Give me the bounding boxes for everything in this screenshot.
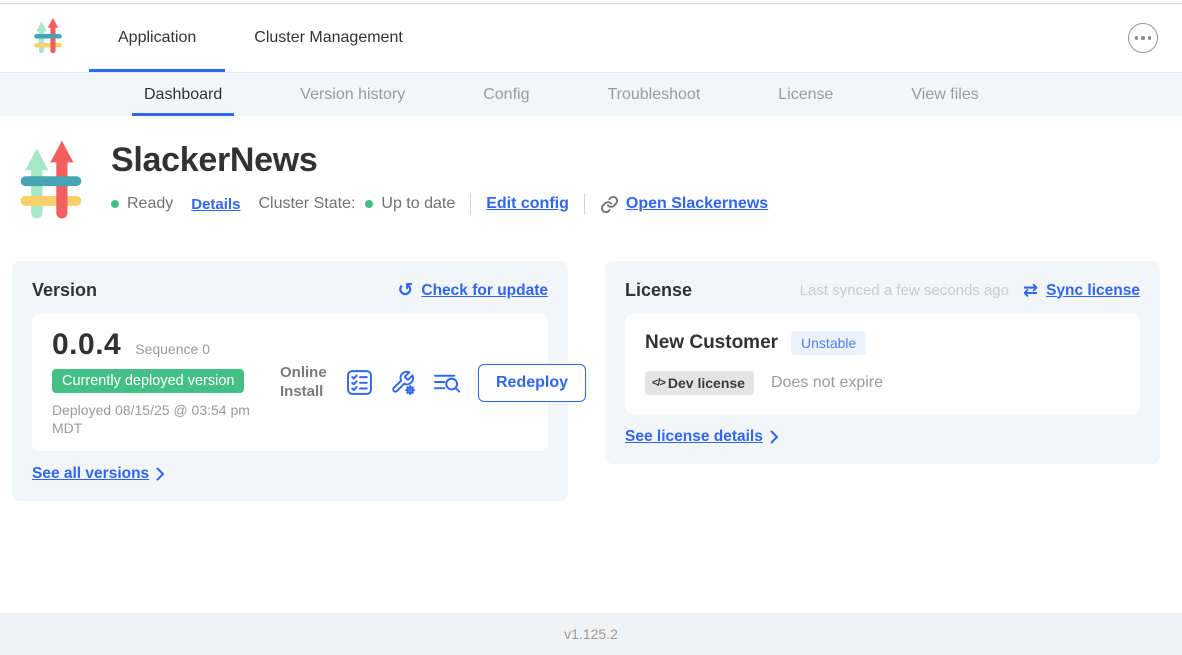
subnav-tab-troubleshoot[interactable]: Troubleshoot [573, 73, 734, 116]
subnav-tab-version-history[interactable]: Version history [266, 73, 439, 116]
version-number-row: 0.0.4 Sequence 0 [52, 328, 280, 362]
subnav-tab-troubleshoot-label: Troubleshoot [607, 86, 700, 104]
license-details-panel: New Customer Unstable </> Dev license Do… [625, 314, 1140, 414]
ellipsis-dot [1148, 36, 1152, 40]
current-version-panel: 0.0.4 Sequence 0 Currently deployed vers… [32, 314, 548, 451]
version-sequence: Sequence 0 [135, 341, 210, 357]
console-version-label: v1.125.2 [564, 626, 618, 642]
sync-icon: ⇄ [1023, 282, 1038, 300]
current-version-info: 0.0.4 Sequence 0 Currently deployed vers… [52, 328, 280, 437]
license-card: License Last synced a few seconds ago ⇄ … [605, 261, 1160, 464]
subnav-tab-version-history-label: Version history [300, 86, 405, 104]
overflow-menu-button[interactable] [1128, 23, 1158, 53]
license-type-label: Dev license [668, 375, 745, 391]
license-type-badge: </> Dev license [645, 371, 754, 395]
dashboard-content: SlackerNews Ready Details Cluster State:… [0, 116, 1182, 613]
code-icon: </> [652, 377, 665, 389]
refresh-icon: ↺ [397, 281, 413, 300]
subnav-tab-dashboard-label: Dashboard [144, 86, 222, 104]
link-chain-icon [600, 195, 619, 214]
divider [470, 193, 471, 215]
tab-cluster-management-label: Cluster Management [254, 29, 403, 47]
see-license-details-row: See license details [625, 428, 1140, 446]
dashboard-cards: Version ↺ Check for update 0.0.4 Sequenc… [12, 261, 1160, 501]
app-status-row: Ready Details Cluster State: Up to date … [111, 193, 768, 215]
cluster-state-value: Up to date [381, 195, 455, 213]
customer-row: New Customer Unstable [645, 331, 1120, 355]
subnav-tab-view-files-label: View files [911, 86, 978, 104]
see-all-versions-row: See all versions [32, 465, 548, 483]
see-license-details-link[interactable]: See license details [625, 428, 763, 446]
subnav-tab-view-files[interactable]: View files [877, 73, 1012, 116]
ellipsis-dot [1141, 36, 1145, 40]
open-app-link[interactable]: Open Slackernews [626, 195, 768, 213]
subnav-tab-config-label: Config [483, 86, 529, 104]
tab-cluster-management[interactable]: Cluster Management [225, 4, 432, 72]
deployed-timestamp: Deployed 08/15/25 @ 03:54 pm MDT [52, 401, 274, 437]
see-all-versions-link[interactable]: See all versions [32, 465, 149, 483]
admin-console-page: Application Cluster Management Dashboard… [0, 0, 1182, 655]
cluster-state-dot [365, 200, 373, 208]
subnav-tab-config[interactable]: Config [449, 73, 563, 116]
edit-config-link[interactable]: Edit config [486, 195, 569, 213]
config-wrench-icon[interactable] [389, 369, 417, 397]
chevron-right-icon [770, 430, 779, 444]
tab-application-label: Application [118, 29, 196, 47]
subnav-tab-license-label: License [778, 86, 833, 104]
version-actions-group: Online Install [280, 364, 586, 402]
deployed-status-badge: Currently deployed version [52, 369, 244, 393]
app-status-dot [111, 200, 119, 208]
license-card-actions: Last synced a few seconds ago ⇄ Sync lic… [800, 282, 1140, 300]
redeploy-button[interactable]: Redeploy [478, 364, 586, 402]
sync-license-link[interactable]: Sync license [1046, 282, 1140, 300]
license-expiration: Does not expire [771, 374, 883, 392]
deploy-logs-icon[interactable] [433, 369, 462, 396]
install-type-label: Online Install [280, 364, 330, 402]
console-footer: v1.125.2 [0, 613, 1182, 655]
version-number: 0.0.4 [52, 328, 121, 362]
check-for-update-link[interactable]: Check for update [421, 282, 548, 300]
cluster-state-label: Cluster State: [258, 195, 355, 213]
divider [584, 193, 585, 215]
chevron-right-icon [156, 467, 165, 481]
brand-logo[interactable] [33, 4, 63, 72]
app-title: SlackerNews [111, 141, 768, 180]
version-card-actions: ↺ Check for update [397, 281, 548, 300]
tab-application[interactable]: Application [89, 4, 225, 72]
app-sub-nav: Dashboard Version history Config Trouble… [0, 72, 1182, 116]
preflight-checks-icon[interactable] [346, 369, 373, 396]
license-card-header: License Last synced a few seconds ago ⇄ … [625, 280, 1140, 301]
app-header: SlackerNews Ready Details Cluster State:… [18, 139, 1160, 227]
channel-badge: Unstable [791, 331, 866, 355]
customer-name: New Customer [645, 332, 778, 354]
status-details-link[interactable]: Details [191, 196, 240, 213]
license-card-title: License [625, 280, 692, 301]
top-nav: Application Cluster Management [0, 4, 1182, 72]
app-logo-icon [18, 139, 84, 227]
top-nav-right [1128, 4, 1158, 72]
subnav-tab-license[interactable]: License [744, 73, 867, 116]
app-info: SlackerNews Ready Details Cluster State:… [111, 139, 768, 227]
license-type-row: </> Dev license Does not expire [645, 371, 1120, 395]
version-card-header: Version ↺ Check for update [32, 280, 548, 301]
subnav-tab-dashboard[interactable]: Dashboard [110, 73, 256, 116]
last-synced-label: Last synced a few seconds ago [800, 282, 1009, 299]
slackernews-logo-icon [33, 17, 63, 60]
ellipsis-dot [1135, 36, 1139, 40]
version-card-title: Version [32, 280, 97, 301]
version-card: Version ↺ Check for update 0.0.4 Sequenc… [12, 261, 568, 501]
app-status-label: Ready [127, 195, 173, 213]
